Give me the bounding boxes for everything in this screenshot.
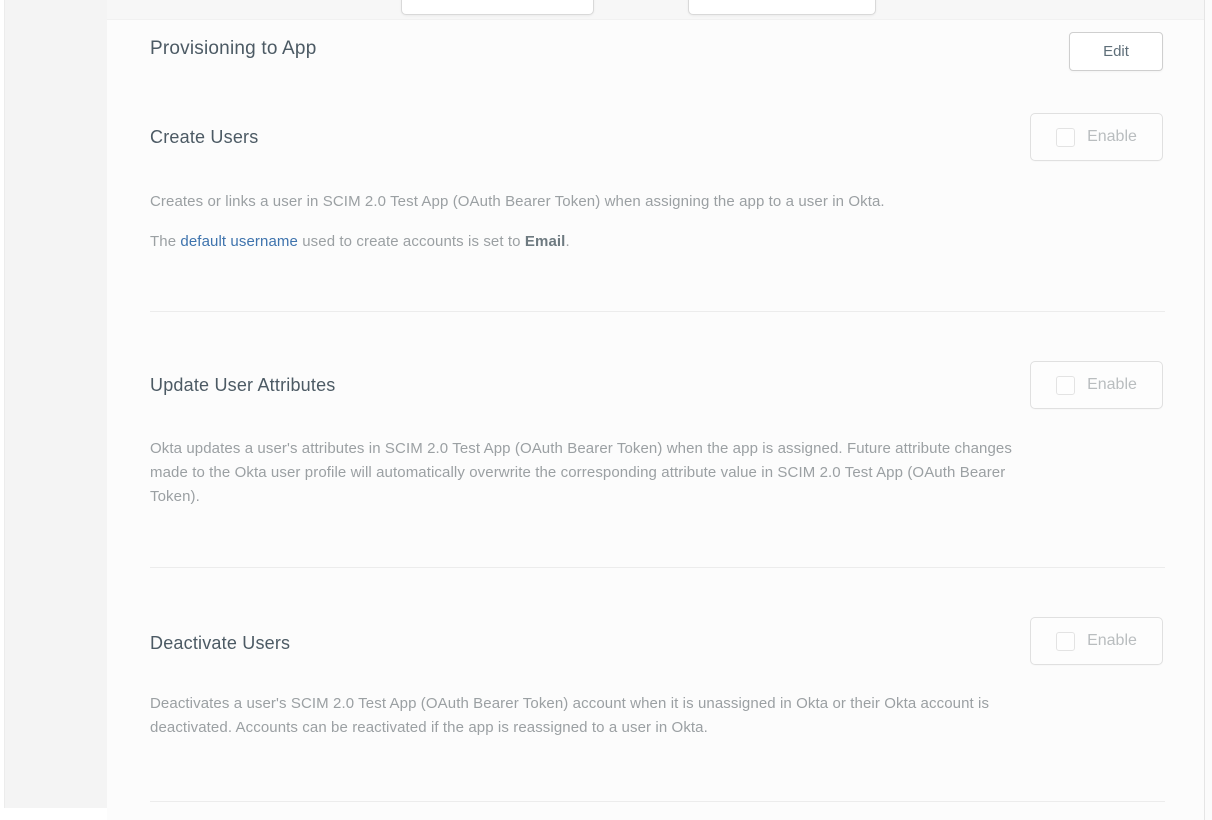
enable-checkbox[interactable] (1056, 128, 1075, 147)
default-username-link[interactable]: default username (180, 233, 298, 250)
enable-label: Enable (1087, 128, 1137, 146)
create-users-description: Creates or links a user in SCIM 2.0 Test… (150, 190, 885, 214)
page-right-edge (1204, 0, 1212, 820)
note-suffix: . (565, 233, 569, 250)
update-user-attributes-enable-button[interactable]: Enable (1030, 361, 1163, 409)
create-users-enable-button[interactable]: Enable (1030, 113, 1163, 161)
deactivate-users-description: Deactivates a user's SCIM 2.0 Test App (… (150, 692, 989, 740)
create-users-title: Create Users (150, 127, 258, 148)
update-user-attributes-description: Okta updates a user's attributes in SCIM… (150, 437, 1012, 509)
enable-checkbox[interactable] (1056, 376, 1075, 395)
partial-input-field-1[interactable] (401, 0, 594, 15)
note-middle: used to create accounts is set to (298, 233, 525, 250)
left-sidebar-panel (4, 0, 108, 808)
note-email-value: Email (525, 233, 566, 250)
edit-button[interactable]: Edit (1069, 32, 1163, 71)
enable-checkbox[interactable] (1056, 632, 1075, 651)
partial-input-field-2[interactable] (688, 0, 876, 15)
enable-label: Enable (1087, 632, 1137, 650)
enable-label: Enable (1087, 376, 1137, 394)
form-top-strip (107, 0, 1204, 20)
create-users-username-note: The default username used to create acco… (150, 230, 570, 254)
section-divider (150, 801, 1165, 802)
note-prefix: The (150, 233, 180, 250)
section-divider (150, 311, 1165, 312)
deactivate-users-enable-button[interactable]: Enable (1030, 617, 1163, 665)
update-user-attributes-title: Update User Attributes (150, 375, 336, 396)
deactivate-users-title: Deactivate Users (150, 633, 290, 654)
provisioning-to-app-title: Provisioning to App (150, 38, 316, 60)
main-content: Provisioning to App Edit Create Users En… (107, 0, 1204, 820)
section-divider (150, 567, 1165, 568)
